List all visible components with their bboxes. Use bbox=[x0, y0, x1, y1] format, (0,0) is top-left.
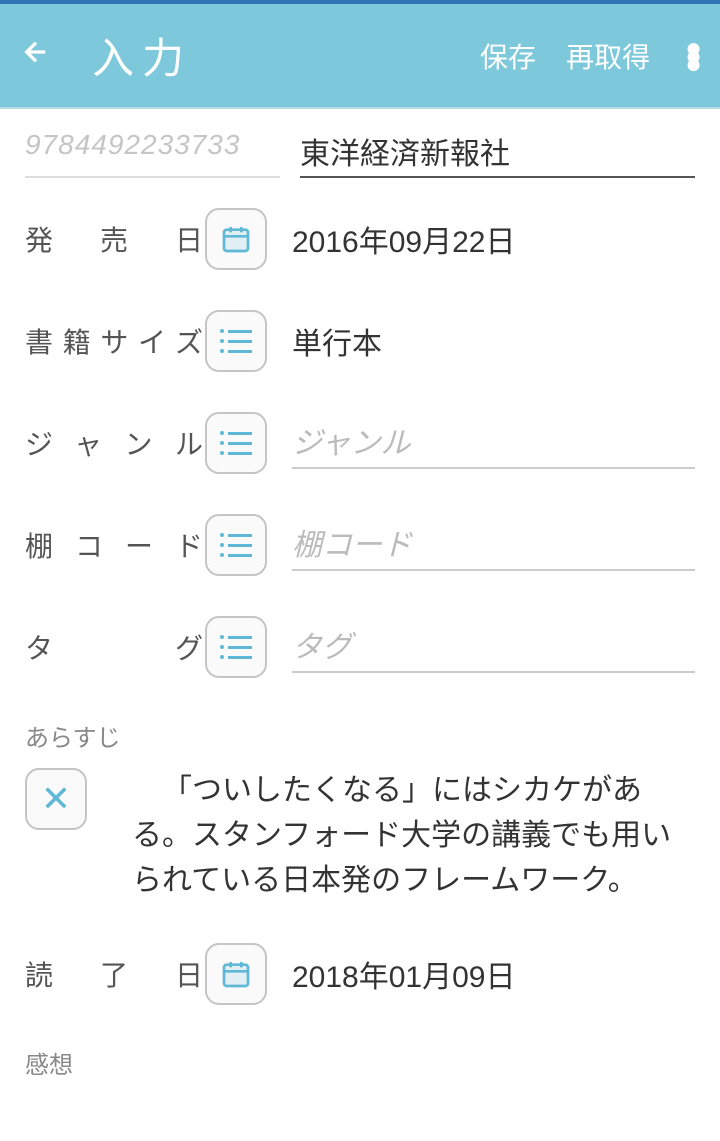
list-icon bbox=[220, 329, 252, 353]
book-size-value: 単行本 bbox=[292, 319, 695, 363]
back-button[interactable] bbox=[20, 35, 52, 77]
genre-list-button[interactable] bbox=[205, 412, 267, 474]
release-date-label: 発売日 bbox=[25, 219, 205, 259]
calendar-icon bbox=[220, 958, 252, 990]
release-date-value: 2016年09月22日 bbox=[292, 217, 695, 261]
save-button[interactable]: 保存 bbox=[480, 36, 536, 76]
isbn-field[interactable]: 9784492233733 bbox=[25, 129, 280, 178]
list-icon bbox=[220, 533, 252, 557]
genre-label: ジャンル bbox=[25, 423, 205, 463]
finish-date-picker-button[interactable] bbox=[205, 943, 267, 1005]
tag-input[interactable]: タグ bbox=[292, 622, 695, 673]
tag-label: タグ bbox=[25, 627, 205, 667]
release-date-picker-button[interactable] bbox=[205, 208, 267, 270]
book-size-list-button[interactable] bbox=[205, 310, 267, 372]
page-title: 入力 bbox=[92, 25, 450, 86]
synopsis-text[interactable]: 「ついしたくなる」にはシカケがある。スタンフォード大学の講義でも用いられている日… bbox=[132, 768, 695, 903]
tag-list-button[interactable] bbox=[205, 616, 267, 678]
close-icon: ✕ bbox=[41, 778, 71, 820]
app-bar: 入力 保存 再取得 ●●● bbox=[0, 4, 720, 109]
reload-button[interactable]: 再取得 bbox=[566, 36, 650, 76]
clear-synopsis-button[interactable]: ✕ bbox=[25, 768, 87, 830]
shelf-code-list-button[interactable] bbox=[205, 514, 267, 576]
shelf-code-label: 棚コード bbox=[25, 525, 205, 565]
review-section-label: 感想 bbox=[25, 1045, 695, 1080]
book-size-label: 書籍サイズ bbox=[25, 321, 205, 361]
synopsis-section-label: あらすじ bbox=[25, 718, 695, 753]
list-icon bbox=[220, 635, 252, 659]
menu-overflow-icon[interactable]: ●●● bbox=[685, 44, 700, 68]
shelf-code-input[interactable]: 棚コード bbox=[292, 520, 695, 571]
publisher-field[interactable]: 東洋経済新報社 bbox=[300, 129, 695, 178]
genre-input[interactable]: ジャンル bbox=[292, 418, 695, 469]
finish-date-value: 2018年01月09日 bbox=[292, 952, 695, 996]
finish-date-label: 読了日 bbox=[25, 954, 205, 994]
calendar-icon bbox=[220, 223, 252, 255]
list-icon bbox=[220, 431, 252, 455]
